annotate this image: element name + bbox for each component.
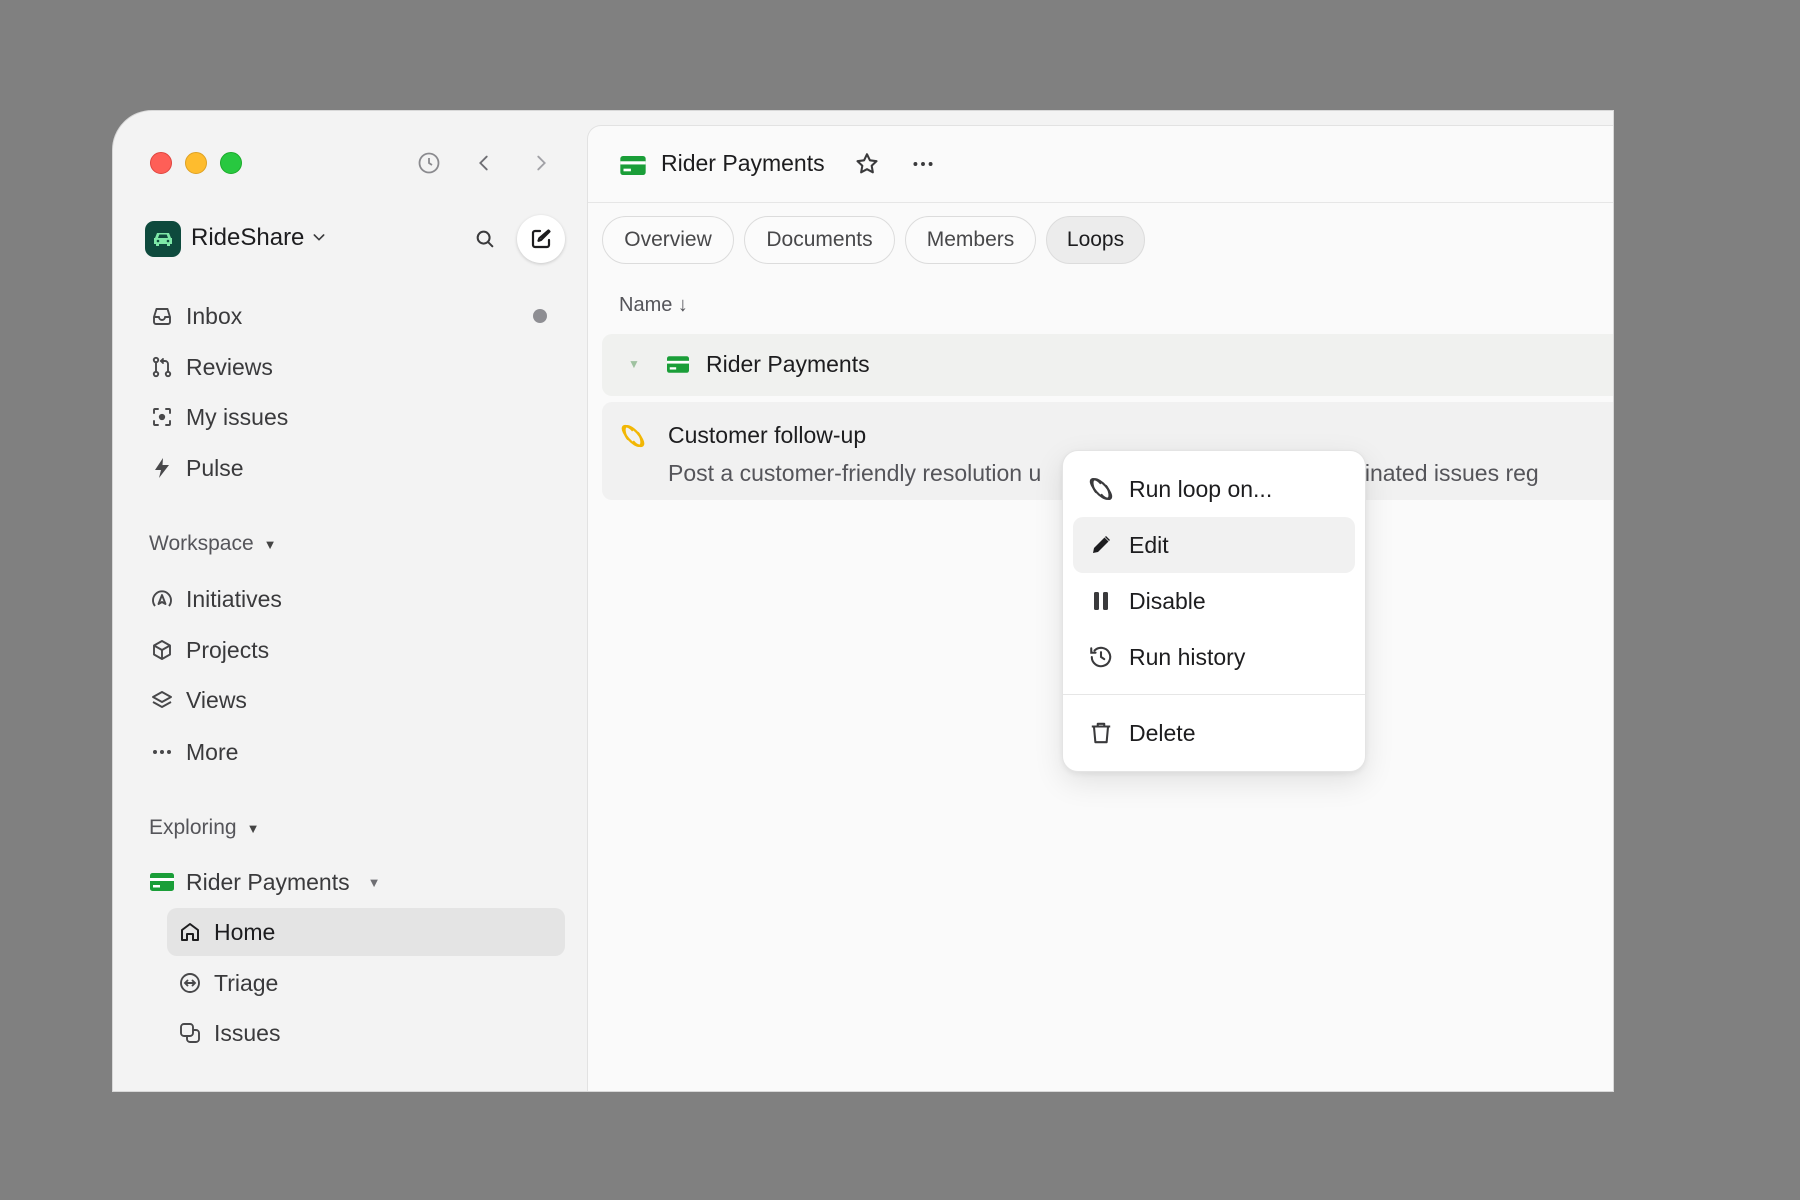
pause-icon <box>1087 587 1115 615</box>
group-title: Rider Payments <box>706 351 870 377</box>
pull-request-icon <box>149 354 175 380</box>
sidebar-item-my-issues[interactable]: My issues <box>149 397 288 437</box>
sidebar-item-reviews[interactable]: Reviews <box>149 347 273 387</box>
search-icon[interactable] <box>471 225 499 253</box>
sidebar-item-inbox[interactable]: Inbox <box>149 296 242 336</box>
app-window: RideShare Inbox Reviews My issues Pulse <box>112 110 1614 1092</box>
sidebar-item-label: Views <box>186 686 247 713</box>
menu-item-edit[interactable]: Edit <box>1073 517 1355 573</box>
sidebar-item-views[interactable]: Views <box>149 680 247 720</box>
sidebar-item-label: Issues <box>214 1019 281 1046</box>
loop-icon <box>619 422 647 455</box>
context-menu: Run loop on... Edit Disable Run history … <box>1062 450 1366 772</box>
tab-members[interactable]: Members <box>905 216 1036 264</box>
credit-card-icon <box>149 869 175 895</box>
caret-down-icon[interactable]: ▼ <box>628 357 640 371</box>
unread-dot <box>533 309 547 323</box>
sidebar-item-label: More <box>186 738 239 765</box>
initiatives-icon <box>149 586 175 612</box>
menu-item-run-loop[interactable]: Run loop on... <box>1073 461 1355 517</box>
sidebar-item-label: Projects <box>186 636 270 663</box>
zoom-window-button[interactable] <box>220 152 242 174</box>
loop-title: Customer follow-up <box>668 422 867 448</box>
credit-card-icon <box>667 356 689 378</box>
workspace-logo[interactable] <box>145 221 181 257</box>
inbox-icon <box>149 303 175 329</box>
tab-overview[interactable]: Overview <box>602 216 734 264</box>
sidebar-item-label: My issues <box>186 403 289 430</box>
star-icon[interactable] <box>854 151 880 182</box>
layers-icon <box>149 687 175 713</box>
section-title: Workspace <box>149 532 254 555</box>
pulse-icon <box>149 455 175 481</box>
sidebar-item-label: Reviews <box>186 353 273 380</box>
loop-description-right: riginated issues reg <box>1339 460 1539 486</box>
menu-divider <box>1063 694 1365 695</box>
caret-down-icon: ▼ <box>246 820 260 836</box>
group-row[interactable]: ▼ Rider Payments <box>602 334 1613 396</box>
menu-item-label: Disable <box>1129 587 1206 614</box>
triage-icon <box>177 970 203 996</box>
sidebar-item-pulse[interactable]: Pulse <box>149 448 244 488</box>
sidebar-item-projects[interactable]: Projects <box>149 630 269 670</box>
cube-icon <box>149 637 175 663</box>
ellipsis-icon <box>149 739 175 765</box>
sidebar-item-label: Triage <box>214 969 279 996</box>
menu-item-delete[interactable]: Delete <box>1073 705 1355 761</box>
loop-description-left: Post a customer-friendly resolution u <box>668 460 1042 486</box>
back-chevron-icon[interactable] <box>470 149 498 177</box>
sort-column-header[interactable]: Name ↓ <box>619 294 688 317</box>
compose-icon <box>531 229 551 249</box>
menu-item-label: Delete <box>1129 719 1196 746</box>
caret-down-icon: ▼ <box>263 536 277 552</box>
minimize-window-button[interactable] <box>185 152 207 174</box>
menu-item-label: Edit <box>1129 531 1169 558</box>
section-header-exploring[interactable]: Exploring ▼ <box>149 816 259 840</box>
menu-item-label: Run loop on... <box>1129 475 1273 502</box>
page-title: Rider Payments <box>661 150 825 176</box>
workspace-name[interactable]: RideShare <box>191 224 304 252</box>
caret-down-icon: ▼ <box>367 874 381 890</box>
history-icon <box>1087 643 1115 671</box>
compose-button[interactable] <box>517 215 565 263</box>
sidebar-item-label: Initiatives <box>186 585 282 612</box>
sidebar-item-label: Rider Payments <box>186 868 350 895</box>
close-window-button[interactable] <box>150 152 172 174</box>
sidebar-item-triage[interactable]: Triage <box>167 959 565 1007</box>
forward-chevron-icon[interactable] <box>527 149 555 177</box>
menu-item-label: Run history <box>1129 643 1246 670</box>
credit-card-icon <box>620 156 646 180</box>
sidebar-item-label: Inbox <box>186 302 243 329</box>
home-icon <box>177 919 203 945</box>
sidebar-item-home[interactable]: Home <box>167 908 565 956</box>
menu-item-run-history[interactable]: Run history <box>1073 629 1355 685</box>
sidebar-item-more[interactable]: More <box>149 732 238 772</box>
sidebar-item-initiatives[interactable]: Initiatives <box>149 579 282 619</box>
pencil-icon <box>1087 531 1115 559</box>
sidebar-item-issues[interactable]: Issues <box>167 1009 565 1057</box>
header-divider <box>588 202 1613 203</box>
trash-icon <box>1087 719 1115 747</box>
history-clock-icon[interactable] <box>415 149 443 177</box>
section-title: Exploring <box>149 816 237 839</box>
issues-icon <box>177 1020 203 1046</box>
tab-documents[interactable]: Documents <box>744 216 895 264</box>
section-header-workspace[interactable]: Workspace ▼ <box>149 532 277 556</box>
sidebar-team-rider-payments[interactable]: Rider Payments ▼ <box>149 862 381 902</box>
loop-icon <box>1087 475 1115 503</box>
more-options-icon[interactable] <box>910 151 936 182</box>
tab-loops[interactable]: Loops <box>1046 216 1145 264</box>
sidebar-item-label: Pulse <box>186 454 244 481</box>
sidebar-item-label: Home <box>214 918 276 945</box>
focus-icon <box>149 404 175 430</box>
menu-item-disable[interactable]: Disable <box>1073 573 1355 629</box>
chevron-down-icon[interactable] <box>311 229 327 250</box>
